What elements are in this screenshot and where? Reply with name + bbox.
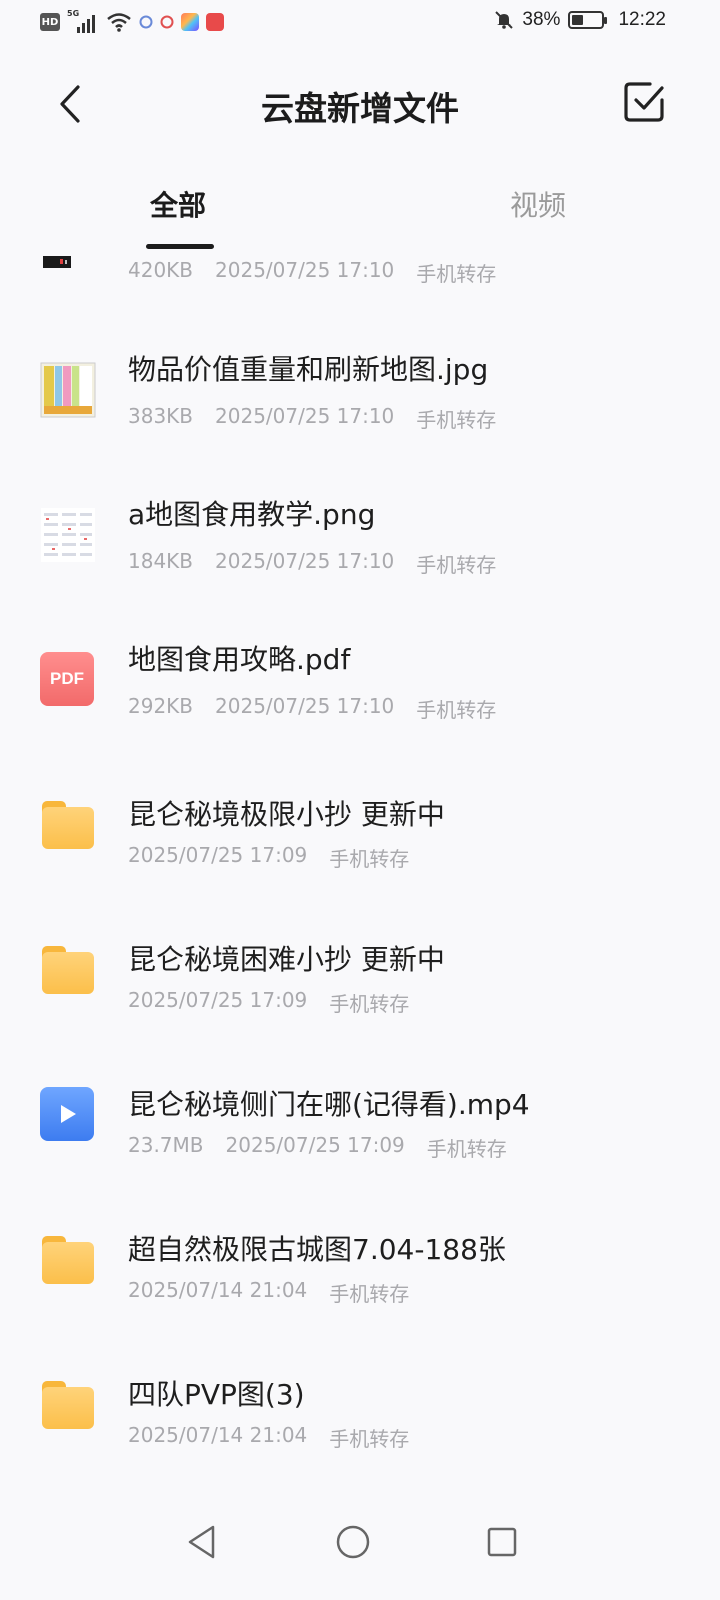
- list-item[interactable]: 昆仑秘境极限小抄 更新中 2025/07/25 17:09 手机转存: [0, 783, 720, 903]
- folder-name: 昆仑秘境极限小抄 更新中: [128, 798, 445, 831]
- file-source: 手机转存: [329, 1427, 410, 1451]
- tab-all[interactable]: 全部: [150, 184, 206, 224]
- file-meta: 292KB 2025/07/25 17:10 手机转存: [128, 694, 518, 723]
- file-meta: 2025/07/25 17:09 手机转存: [128, 988, 431, 1017]
- file-date: 2025/07/25 17:10: [215, 694, 395, 718]
- cellular-signal-icon: 5G: [67, 9, 99, 33]
- list-item[interactable]: 超自然极限古城图7.04-188张 2025/07/14 21:04 手机转存: [0, 1218, 720, 1338]
- pdf-icon: PDF: [40, 652, 94, 706]
- folder-icon: [40, 797, 96, 853]
- file-name: 地图食用攻略.pdf: [128, 643, 351, 676]
- folder-name: 四队PVP图(3): [128, 1378, 305, 1411]
- image-thumbnail: [40, 252, 96, 308]
- file-size: 383KB: [128, 404, 194, 428]
- file-date: 2025/07/25 17:09: [225, 1133, 405, 1157]
- file-meta: 420KB 2025/07/25 17:10 手机转存: [128, 258, 518, 287]
- list-item[interactable]: 物品价值重量和刷新地图.jpg 383KB 2025/07/25 17:10 手…: [0, 348, 720, 468]
- tab-video[interactable]: 视频: [510, 184, 566, 224]
- nav-home-button[interactable]: [323, 1512, 383, 1572]
- system-navigation-bar: [0, 1492, 720, 1600]
- file-size: 184KB: [128, 549, 194, 573]
- battery-percentage: 38%: [522, 9, 561, 30]
- square-recents-icon: [487, 1527, 517, 1557]
- file-name: 昆仑秘境侧门在哪(记得看).mp4: [128, 1088, 530, 1121]
- video-icon: [40, 1087, 94, 1141]
- file-source: 手机转存: [329, 992, 410, 1016]
- file-size: 23.7MB: [128, 1133, 204, 1157]
- file-date: 2025/07/25 17:09: [128, 988, 308, 1012]
- file-meta: 2025/07/14 21:04 手机转存: [128, 1423, 431, 1452]
- battery-level: [572, 15, 584, 25]
- file-source: 手机转存: [416, 553, 497, 577]
- file-date: 2025/07/25 17:10: [215, 258, 395, 282]
- image-thumbnail: [40, 362, 96, 418]
- file-size: 292KB: [128, 694, 194, 718]
- image-thumbnail: [40, 507, 96, 563]
- file-date: 2025/07/14 21:04: [128, 1278, 308, 1302]
- file-name: 物品价值重量和刷新地图.jpg: [128, 353, 489, 386]
- list-item[interactable]: a地图食用教学.png 184KB 2025/07/25 17:10 手机转存: [0, 493, 720, 613]
- app-notification-icon: [206, 13, 224, 31]
- clock: 12:22: [618, 9, 666, 30]
- list-item[interactable]: 昆仑秘境困难小抄 更新中 2025/07/25 17:09 手机转存: [0, 928, 720, 1048]
- folder-icon: [40, 1377, 96, 1433]
- file-meta: 2025/07/14 21:04 手机转存: [128, 1278, 431, 1307]
- file-source: 手机转存: [329, 847, 410, 871]
- file-meta: 23.7MB 2025/07/25 17:09 手机转存: [128, 1133, 529, 1162]
- list-item[interactable]: 四队PVP图(3) 2025/07/14 21:04 手机转存: [0, 1363, 720, 1483]
- app-notification-icon: [160, 15, 174, 29]
- checkbox-icon: [624, 82, 664, 122]
- folder-name: 超自然极限古城图7.04-188张: [128, 1233, 506, 1266]
- tab-bar: 全部 视频: [0, 172, 720, 252]
- wifi-icon: [107, 13, 131, 32]
- file-date: 2025/07/25 17:09: [128, 843, 308, 867]
- list-item[interactable]: 420KB 2025/07/25 17:10 手机转存: [0, 252, 720, 312]
- circle-home-icon: [336, 1525, 370, 1559]
- nav-recents-button[interactable]: [472, 1512, 532, 1572]
- play-icon: [61, 1105, 76, 1123]
- list-item[interactable]: PDF 地图食用攻略.pdf 292KB 2025/07/25 17:10 手机…: [0, 638, 720, 758]
- status-left-icons: HD 5G: [40, 9, 224, 33]
- folder-name: 昆仑秘境困难小抄 更新中: [128, 943, 445, 976]
- file-source: 手机转存: [416, 262, 497, 286]
- page-title: 云盘新增文件: [261, 89, 459, 128]
- status-bar: HD 5G 38% 12:22: [0, 0, 720, 48]
- file-date: 2025/07/14 21:04: [128, 1423, 308, 1447]
- battery-icon: [568, 11, 608, 29]
- app-notification-icon: [181, 13, 199, 31]
- active-tab-indicator: [146, 244, 214, 249]
- triangle-back-icon: [188, 1525, 215, 1559]
- file-meta: 2025/07/25 17:09 手机转存: [128, 843, 431, 872]
- file-source: 手机转存: [416, 408, 497, 432]
- mute-bell-icon: [495, 11, 514, 29]
- file-date: 2025/07/25 17:10: [215, 549, 395, 573]
- list-item[interactable]: 昆仑秘境侧门在哪(记得看).mp4 23.7MB 2025/07/25 17:0…: [0, 1073, 720, 1193]
- app-header: 云盘新增文件: [0, 60, 720, 144]
- file-list[interactable]: 420KB 2025/07/25 17:10 手机转存 物品价值重量和刷新地图.…: [0, 252, 720, 1492]
- file-size: 420KB: [128, 258, 194, 282]
- file-name: a地图食用教学.png: [128, 498, 376, 531]
- file-source: 手机转存: [426, 1137, 507, 1161]
- folder-icon: [40, 942, 96, 998]
- file-date: 2025/07/25 17:10: [215, 404, 395, 428]
- status-right-icons: 38% 12:22: [494, 9, 666, 31]
- folder-icon: [40, 1232, 96, 1288]
- file-source: 手机转存: [416, 698, 497, 722]
- hd-badge: HD: [40, 13, 60, 31]
- file-meta: 383KB 2025/07/25 17:10 手机转存: [128, 404, 518, 433]
- app-notification-icon: [139, 15, 153, 29]
- file-source: 手机转存: [329, 1282, 410, 1306]
- file-meta: 184KB 2025/07/25 17:10 手机转存: [128, 549, 518, 578]
- multi-select-button[interactable]: [618, 76, 670, 128]
- nav-back-button[interactable]: [172, 1512, 232, 1572]
